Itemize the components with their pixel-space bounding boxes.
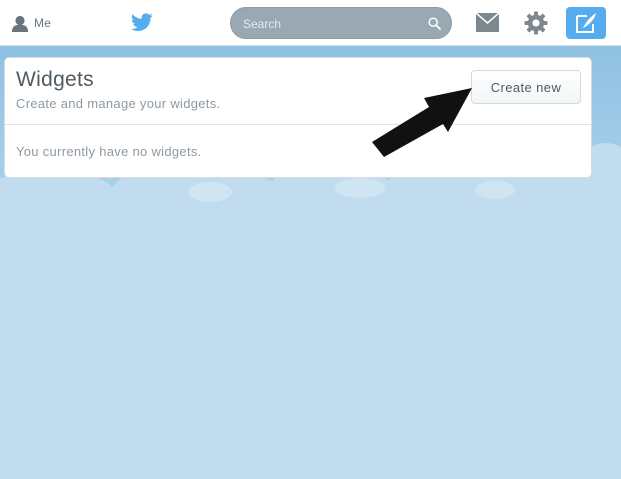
- create-new-button[interactable]: Create new: [471, 70, 581, 104]
- widgets-panel: Widgets Create and manage your widgets. …: [4, 57, 592, 178]
- me-label: Me: [34, 16, 52, 30]
- magnifier-icon[interactable]: [428, 17, 441, 30]
- me-link[interactable]: Me: [11, 14, 51, 32]
- gear-icon[interactable]: [524, 11, 548, 35]
- search-box: [230, 7, 452, 39]
- compose-tweet-icon: [576, 13, 596, 33]
- top-nav-bar: Me: [0, 0, 621, 46]
- search-input[interactable]: [243, 15, 423, 33]
- compose-tweet-button[interactable]: [566, 7, 606, 39]
- twitter-bird-icon[interactable]: [131, 13, 153, 32]
- page-subtitle: Create and manage your widgets.: [16, 96, 221, 111]
- user-icon: [12, 15, 28, 32]
- widgets-panel-header: Widgets Create and manage your widgets. …: [5, 58, 591, 125]
- envelope-icon[interactable]: [476, 13, 499, 32]
- pointer-arrow-annotation: [372, 88, 472, 157]
- empty-state-message: You currently have no widgets.: [16, 144, 202, 159]
- page-title: Widgets: [16, 68, 94, 91]
